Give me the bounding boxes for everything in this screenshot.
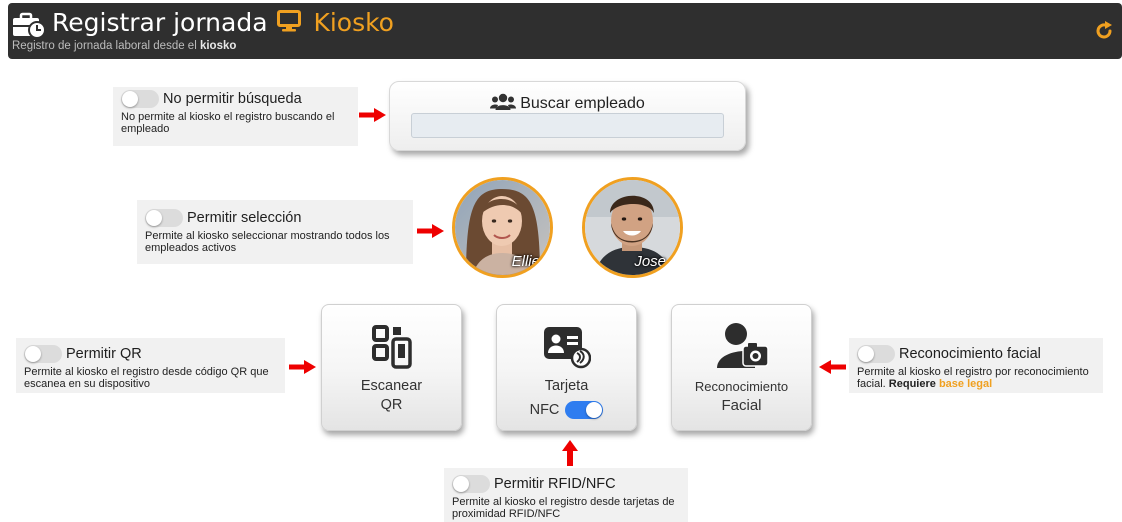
no-search-toggle[interactable]: [121, 90, 159, 108]
method-tarjeta-text: Tarjeta: [497, 377, 636, 396]
jose-photo: [585, 180, 680, 275]
search-employee-title: Buscar empleado: [390, 93, 745, 113]
method-card-tarjeta[interactable]: Tarjeta NFC: [496, 304, 637, 431]
method-facial-line1: Reconocimiento: [694, 379, 789, 394]
option-rfid: Permitir RFID/NFC Permite al kiosko el r…: [444, 468, 688, 522]
kiosk-label: Kiosko: [313, 8, 394, 37]
rfid-toggle[interactable]: [452, 475, 490, 493]
option-rfid-row: Permitir RFID/NFC: [444, 468, 688, 496]
arrow-up-icon: [562, 440, 578, 466]
selection-desc: Permite al kiosko seleccionar mostrando …: [145, 230, 390, 254]
qr-phone-icon: [371, 325, 412, 369]
method-facial-line2: Facial: [721, 397, 762, 414]
page-header: Registrar jornada Kiosko Registro de jor…: [8, 3, 1122, 59]
employee-avatar-ellie[interactable]: Ellie: [452, 177, 553, 278]
arrow-right-icon: [359, 108, 386, 122]
search-employee-label: Buscar empleado: [520, 95, 645, 112]
method-qr-line1: Escanear: [360, 378, 423, 394]
method-qr-text: Escanear QR: [322, 377, 461, 415]
arrow-left-icon: [819, 360, 846, 374]
method-facial-text: Reconocimiento Facial: [672, 377, 811, 415]
facial-label: Reconocimiento facial: [899, 346, 1041, 362]
briefcase-clock-icon: [13, 12, 46, 38]
method-card-facial[interactable]: Reconocimiento Facial: [671, 304, 812, 431]
option-no-search: No permitir búsqueda No permite al kiosk…: [113, 87, 358, 146]
facial-desc-requires: Requiere: [888, 378, 936, 390]
arrow-right-icon: [417, 224, 444, 238]
rfid-desc: Permite al kiosko el registro desde tarj…: [452, 496, 675, 520]
rfid-label: Permitir RFID/NFC: [494, 476, 616, 492]
facial-desc: Permite al kiosko el registro por recono…: [849, 366, 1103, 394]
user-camera-icon: [716, 323, 769, 368]
selection-label: Permitir selección: [187, 210, 302, 226]
nfc-toggle[interactable]: [565, 401, 604, 419]
page-subtitle: Registro de jornada laboral desde el kio…: [12, 40, 236, 52]
nfc-row: NFC: [497, 401, 636, 419]
no-search-desc: No permite al kiosko el registro buscand…: [121, 111, 335, 135]
nfc-label: NFC: [529, 402, 560, 418]
option-facial: Reconocimiento facial Permite al kiosko …: [849, 338, 1103, 393]
option-selection-row: Permitir selección: [137, 200, 413, 230]
refresh-icon[interactable]: [1094, 21, 1114, 41]
method-qr-line2: QR: [380, 397, 403, 413]
employee-avatar-jose[interactable]: Jose: [582, 177, 683, 278]
qr-desc: Permite al kiosko el registro desde códi…: [24, 366, 269, 390]
users-icon: [490, 93, 517, 110]
option-qr-row: Permitir QR: [16, 338, 285, 366]
monitor-icon: [277, 10, 302, 32]
no-search-label: No permitir búsqueda: [163, 91, 302, 107]
subtitle-bold: kiosko: [199, 40, 237, 52]
page-title-text: Registrar jornada: [52, 8, 268, 37]
page-title: Registrar jornada Kiosko: [52, 8, 394, 37]
selection-toggle[interactable]: [145, 209, 183, 227]
subtitle-text: Registro de jornada laboral desde el: [12, 40, 200, 52]
option-no-search-row: No permitir búsqueda: [113, 87, 358, 111]
arrow-right-icon: [289, 360, 316, 374]
facial-toggle[interactable]: [857, 345, 895, 363]
option-selection: Permitir selección Permite al kiosko sel…: [137, 200, 413, 264]
option-qr: Permitir QR Permite al kiosko el registr…: [16, 338, 285, 393]
option-facial-row: Reconocimiento facial: [849, 338, 1103, 366]
employee-name-jose: Jose: [634, 253, 666, 270]
method-tarjeta-line1: Tarjeta: [544, 378, 589, 394]
id-card-nfc-icon: [543, 327, 591, 369]
method-card-qr[interactable]: Escanear QR: [321, 304, 462, 431]
qr-label: Permitir QR: [66, 346, 142, 362]
qr-toggle[interactable]: [24, 345, 62, 363]
search-employee-card: Buscar empleado: [389, 81, 746, 151]
employee-name-ellie: Ellie: [511, 253, 540, 270]
search-input[interactable]: [411, 113, 724, 138]
legal-basis-link[interactable]: base legal: [939, 378, 992, 390]
